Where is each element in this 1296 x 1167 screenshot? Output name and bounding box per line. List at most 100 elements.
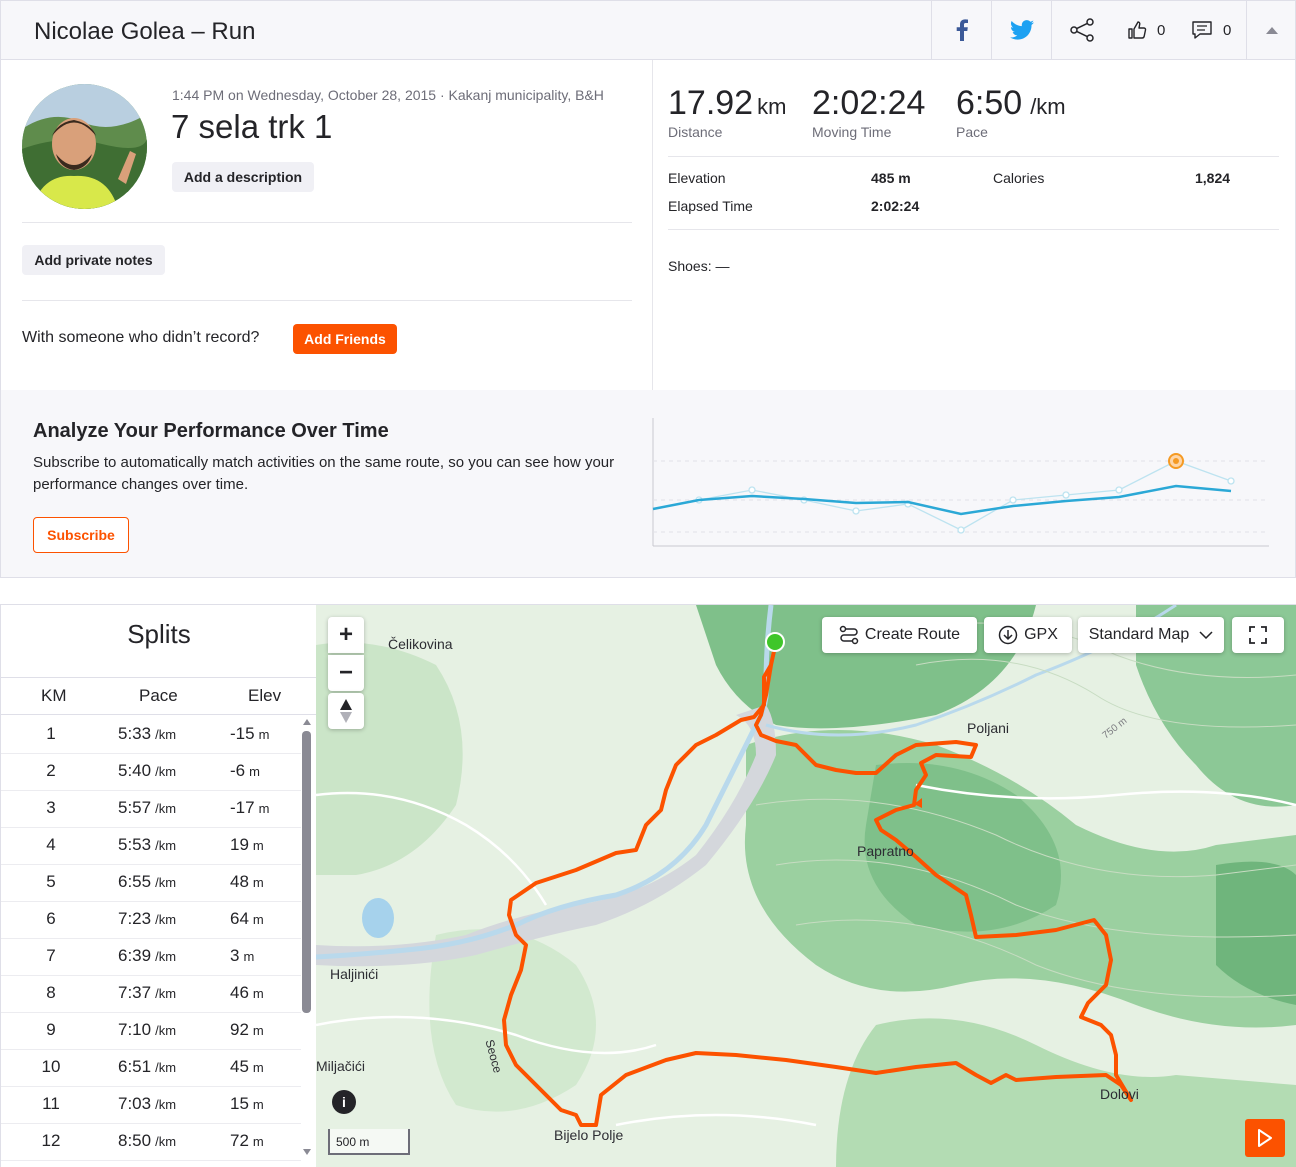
split-elev-value: 92 (230, 1020, 249, 1039)
pace-label: Pace (956, 124, 988, 140)
split-pace: 6:55/km (118, 872, 176, 892)
add-description-button[interactable]: Add a description (172, 162, 314, 192)
share-button[interactable] (1051, 1, 1111, 59)
route-icon (839, 625, 859, 645)
split-elev-value: 45 (230, 1057, 249, 1076)
activity-name[interactable]: 7 sela trk 1 (171, 108, 332, 146)
zoom-out-button[interactable]: − (328, 655, 364, 691)
split-row[interactable]: 8 7:37/km 46 m (1, 976, 301, 1013)
split-km: 9 (46, 1020, 56, 1039)
split-pace-value: 7:37 (118, 983, 152, 1002)
split-row[interactable]: 12 8:50/km 72 m (1, 1124, 301, 1161)
split-pace-unit: /km (155, 949, 177, 964)
split-km: 7 (46, 946, 56, 965)
elev-column-header: Elev (248, 686, 282, 705)
athlete-avatar[interactable] (22, 84, 147, 209)
split-pace-unit: /km (155, 1060, 177, 1075)
add-private-notes-button[interactable]: Add private notes (22, 245, 165, 275)
split-elev-unit: m (249, 764, 260, 779)
map-type-label: Standard Map (1088, 626, 1190, 643)
split-row[interactable]: 11 7:03/km 15 m (1, 1087, 301, 1124)
split-elev-unit: m (252, 1060, 264, 1075)
collapse-button[interactable] (1246, 1, 1296, 59)
pace-column-header: Pace (139, 686, 178, 705)
split-elev: 3m (230, 946, 254, 966)
comments-button[interactable]: 0 (1191, 1, 1231, 59)
twitter-share-button[interactable] (991, 1, 1051, 59)
fullscreen-button[interactable] (1232, 617, 1284, 653)
play-icon (1258, 1129, 1272, 1147)
activity-summary: 1:44 PM on Wednesday, October 28, 2015 ·… (0, 60, 1296, 390)
subscribe-button[interactable]: Subscribe (33, 517, 129, 553)
split-km: 6 (46, 909, 56, 928)
flyby-play-button[interactable] (1245, 1119, 1285, 1157)
split-pace: 5:40/km (118, 761, 176, 781)
chevron-down-icon (1199, 631, 1213, 639)
split-pace: 8:50/km (118, 1131, 176, 1151)
split-row[interactable]: 9 7:10/km 92 m (1, 1013, 301, 1050)
split-row[interactable]: 10 6:51/km 45 m (1, 1050, 301, 1087)
map-info-button[interactable]: i (332, 1090, 356, 1114)
add-friends-button[interactable]: Add Friends (293, 324, 397, 354)
route-map[interactable]: Čelikovina Poljani Papratno Haljinići Mi… (316, 604, 1296, 1167)
splits-panel: Splits KM Pace Elev 1 5:33/km -15 m 2 5:40/km… (0, 604, 316, 1167)
splits-title: Splits (127, 619, 191, 649)
split-pace: 5:57/km (118, 798, 176, 818)
share-icon (1069, 18, 1094, 42)
create-route-button[interactable]: Create Route (822, 617, 977, 653)
split-elev-unit: m (252, 838, 264, 853)
split-row[interactable]: 5 6:55/km 48 m (1, 865, 301, 902)
splits-scrollbar[interactable] (300, 717, 314, 1157)
split-pace-unit: /km (155, 1023, 177, 1038)
split-pace-unit: /km (155, 912, 177, 927)
split-pace-unit: /km (155, 838, 177, 853)
split-row[interactable]: 2 5:40/km -6 m (1, 754, 301, 791)
distance-stat: 17.92 km Distance (668, 84, 786, 140)
comment-icon (1192, 21, 1212, 39)
split-elev-value: -15 (230, 724, 255, 743)
map-type-dropdown[interactable]: Standard Map (1078, 617, 1224, 653)
split-row[interactable]: 1 5:33/km -15 m (1, 717, 301, 754)
place-label-miljacici: Miljačići (316, 1058, 365, 1074)
split-elev-unit: m (252, 1134, 264, 1149)
moving-time-label: Moving Time (812, 124, 892, 140)
calories-value: 1,824 (1195, 170, 1231, 186)
friends-question: With someone who didn’t record? (22, 329, 260, 346)
split-elev-value: -17 (230, 798, 255, 817)
split-pace: 7:10/km (118, 1020, 176, 1040)
split-km: 2 (46, 761, 56, 780)
split-pace-value: 5:33 (118, 724, 152, 743)
split-km: 1 (46, 724, 56, 743)
split-pace: 7:03/km (118, 1094, 176, 1114)
place-label-dolovi: Dolovi (1100, 1086, 1139, 1102)
split-elev: -15 m (230, 724, 269, 744)
split-elev-unit: m (258, 727, 270, 742)
split-pace-value: 5:57 (118, 798, 152, 817)
split-row[interactable]: 7 6:39/km 3 m (1, 939, 301, 976)
split-row[interactable]: 6 7:23/km 64 m (1, 902, 301, 939)
activity-header: Nicolae Golea – Run 0 0 (0, 0, 1296, 60)
comments-count: 0 (1223, 21, 1232, 39)
activity-meta: 1:44 PM on Wednesday, October 28, 2015 ·… (172, 87, 604, 103)
divider (668, 156, 1279, 157)
split-row[interactable]: 3 5:57/km -17 m (1, 791, 301, 828)
page-title: Nicolae Golea – Run (34, 18, 256, 45)
distance-label: Distance (668, 124, 723, 140)
facebook-share-button[interactable] (931, 1, 991, 59)
split-elev-value: -6 (230, 761, 246, 780)
place-label-poljani: Poljani (967, 720, 1010, 736)
kudos-button[interactable]: 0 (1127, 1, 1165, 59)
compass-button[interactable] (328, 693, 364, 729)
gpx-download-button[interactable]: GPX (984, 617, 1072, 653)
split-row[interactable]: 4 5:53/km 19 m (1, 828, 301, 865)
gpx-label: GPX (1024, 626, 1058, 643)
split-elev: 48 m (230, 872, 264, 892)
split-pace: 7:23/km (118, 909, 176, 929)
zoom-in-button[interactable]: + (328, 617, 364, 653)
create-route-label: Create Route (864, 626, 961, 643)
distance-unit: km (757, 94, 787, 119)
split-elev-value: 19 (230, 835, 249, 854)
pace-value: 6:50 (956, 84, 1023, 122)
split-km: 5 (46, 872, 56, 891)
split-elev: 72 m (230, 1131, 264, 1151)
